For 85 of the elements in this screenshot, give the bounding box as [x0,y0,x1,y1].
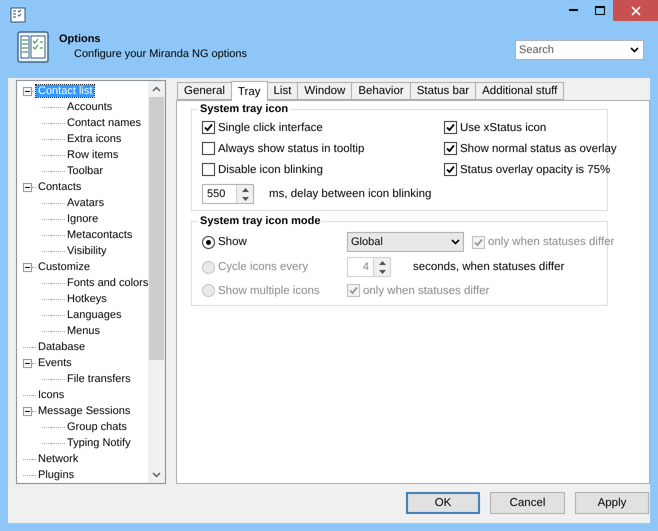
radio-label: Cycle icons every [218,261,308,273]
radio-label: Show multiple icons [218,284,320,296]
radio-button[interactable] [202,236,215,248]
tree-item[interactable]: Fonts and colors [65,277,148,289]
tree-item[interactable]: Languages [65,309,124,321]
minimize-icon [568,9,578,12]
tab[interactable]: Behavior [351,82,411,100]
collapse-icon[interactable] [23,182,32,192]
tree-item[interactable]: Network [36,453,80,465]
tree-item[interactable]: Toolbar [65,165,106,177]
dropdown-icon[interactable] [630,47,639,53]
tree-item[interactable]: Visibility [65,245,109,257]
checkbox-label: Single click interface [218,122,323,134]
tree-item[interactable]: Events [36,357,74,369]
app-icon [10,7,26,23]
check-icon [204,123,213,132]
checkbox-label: only when statuses differ [363,284,490,296]
tree-item[interactable]: Ignore [65,213,100,225]
check-icon [446,144,455,153]
tree-item[interactable]: Menus [65,325,102,337]
spin-up-icon[interactable] [242,188,248,192]
checkbox-label: Always show status in tooltip [218,142,364,154]
delay-label: ms, delay between icon blinking [269,188,432,200]
checkbox[interactable] [444,121,457,134]
check-icon [446,123,455,132]
tree-item[interactable]: Extra icons [65,133,124,145]
checkbox-label: only when statuses differ [488,236,614,248]
tree-item[interactable]: Plugins [36,469,76,481]
collapse-icon[interactable] [23,262,32,272]
group-title: System tray icon [198,103,290,115]
tree-item[interactable]: Row items [65,149,120,161]
check-icon [474,238,483,246]
dialog-button[interactable]: Cancel [490,492,565,514]
tree-item[interactable]: Accounts [65,101,114,113]
maximize-icon [594,6,604,15]
tab[interactable]: Additional stuff [475,82,564,100]
tab[interactable]: General [177,82,232,100]
checkbox-label: Status overlay opacity is 75% [460,164,610,176]
dialog-button[interactable]: OK [406,492,480,514]
tab[interactable]: Status bar [410,82,476,100]
close-button[interactable] [613,0,658,21]
caret-icon [451,239,460,245]
tree-item[interactable]: Customize [36,261,92,273]
scrollbar[interactable] [148,81,165,483]
tree-item[interactable]: Typing Notify [65,437,133,449]
scroll-up-icon[interactable] [152,86,161,92]
tab[interactable]: List [266,82,298,100]
tree-item[interactable]: Database [36,341,88,353]
header-title: Options [59,33,102,45]
tree-item[interactable]: Contacts [36,181,84,193]
tree-item[interactable]: Avatars [65,197,106,209]
dialog-button[interactable]: Apply [575,492,649,514]
tree-item[interactable]: Metacontacts [65,229,134,241]
header-subtitle: Configure your Miranda NG options [73,48,248,60]
mode-dropdown[interactable]: Global [347,232,464,252]
checkbox-label: Disable icon blinking [218,164,323,176]
radio-label: Show [218,236,247,248]
checkbox[interactable] [202,121,215,134]
spin-down-icon[interactable] [242,196,248,200]
cycle-suffix: seconds, when statuses differ [413,261,564,273]
tab[interactable]: Tray [230,81,268,101]
tree-item[interactable]: File transfers [65,373,133,385]
checkbox[interactable] [202,163,215,176]
collapse-icon[interactable] [23,358,32,368]
check-icon [349,286,358,295]
search-field[interactable]: Search [515,40,644,60]
checkbox-label: Show normal status as overlay [460,142,617,154]
checkbox[interactable] [202,142,215,155]
tree-item[interactable]: Icons [36,389,66,401]
tree-item[interactable]: Hotkeys [65,293,109,305]
tab[interactable]: Window [297,82,352,100]
tree-item[interactable]: Message Sessions [36,405,132,417]
checkbox[interactable] [444,163,457,176]
checkbox-label: Use xStatus icon [460,122,546,134]
tree-item[interactable]: Contact names [65,117,143,129]
checkbox[interactable] [444,142,457,155]
scroll-down-icon[interactable] [152,472,161,478]
close-icon [630,6,640,16]
collapse-icon[interactable] [23,406,32,416]
options-icon [17,30,49,64]
collapse-icon[interactable] [23,86,32,96]
group-title: System tray icon mode [198,215,322,227]
spin-field[interactable]: 550 [202,184,254,204]
tree-item[interactable]: Group chats [65,421,129,433]
check-icon [446,165,455,174]
